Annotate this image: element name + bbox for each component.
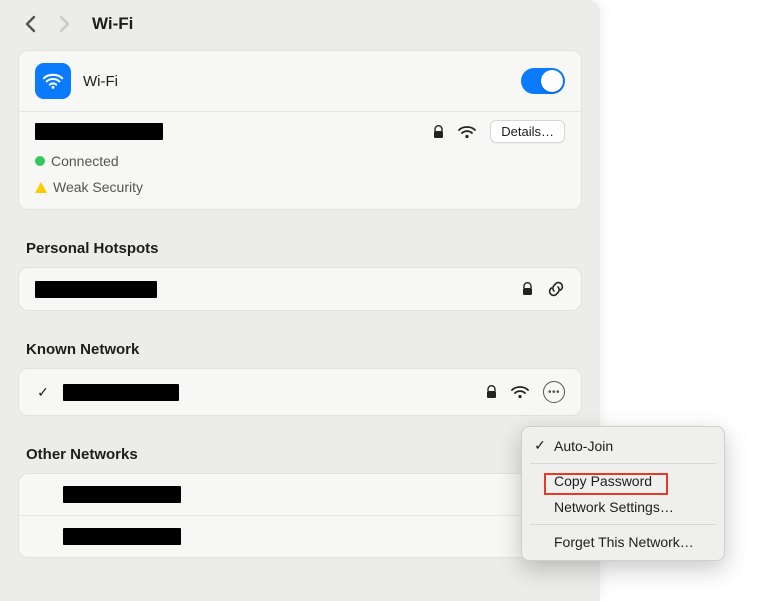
menu-forget-network[interactable]: Forget This Network…: [522, 529, 724, 555]
menu-copy-password-label: Copy Password: [554, 473, 652, 489]
menu-auto-join-label: Auto-Join: [554, 438, 613, 454]
chevron-left-icon: [25, 15, 36, 33]
wifi-signal-icon: [458, 125, 476, 139]
menu-network-settings[interactable]: Network Settings…: [522, 494, 724, 520]
wifi-app-icon: [35, 63, 71, 99]
header: Wi-Fi: [0, 0, 600, 50]
list-item[interactable]: [19, 268, 581, 310]
lock-icon: [433, 125, 444, 139]
menu-network-settings-label: Network Settings…: [554, 499, 674, 515]
wifi-toggle[interactable]: [521, 68, 565, 94]
other-network-name-redacted: [63, 528, 181, 545]
section-personal-hotspots: Personal Hotspots: [26, 240, 580, 257]
current-network-name-redacted: [35, 123, 163, 140]
warning-icon: [35, 182, 47, 193]
network-context-menu: ✓ Auto-Join Copy Password Network Settin…: [521, 426, 725, 561]
hotspot-name-redacted: [35, 281, 157, 298]
connected-dot-icon: [35, 156, 45, 166]
list-item[interactable]: [19, 474, 581, 515]
lock-icon: [522, 282, 533, 296]
status-connected: Connected: [35, 153, 565, 169]
menu-separator: [530, 524, 716, 525]
menu-forget-network-label: Forget This Network…: [554, 534, 694, 550]
checkmark-icon: ✓: [532, 437, 548, 454]
menu-copy-password[interactable]: Copy Password: [522, 468, 724, 494]
menu-auto-join[interactable]: ✓ Auto-Join: [522, 432, 724, 459]
known-network-name-redacted: [63, 384, 179, 401]
list-item[interactable]: ✓ •••: [19, 369, 581, 415]
other-networks-list: [18, 473, 582, 558]
status-weak-security-label: Weak Security: [53, 179, 143, 195]
status-connected-label: Connected: [51, 153, 119, 169]
wifi-signal-icon: [511, 385, 529, 399]
known-network-list: ✓ •••: [18, 368, 582, 416]
menu-separator: [530, 463, 716, 464]
details-button[interactable]: Details…: [490, 120, 565, 143]
forward-button[interactable]: [54, 14, 74, 34]
wifi-card: Wi-Fi Details… Connected: [18, 50, 582, 210]
wifi-icon: [42, 70, 64, 92]
section-other-networks: Other Networks: [26, 446, 580, 463]
more-options-button[interactable]: •••: [543, 381, 565, 403]
chevron-right-icon: [59, 15, 70, 33]
list-item[interactable]: [19, 515, 581, 557]
checkmark-icon: ✓: [35, 384, 51, 401]
wifi-label: Wi-Fi: [83, 73, 521, 90]
personal-hotspots-list: [18, 267, 582, 311]
hotspot-link-icon: [547, 280, 565, 298]
back-button[interactable]: [20, 14, 40, 34]
wifi-header-row: Wi-Fi: [19, 51, 581, 112]
wifi-settings-panel: Wi-Fi Wi-Fi: [0, 0, 600, 601]
section-known-network: Known Network: [26, 341, 580, 358]
current-network: Details… Connected Weak Security: [19, 112, 581, 209]
page-title: Wi-Fi: [92, 14, 133, 34]
other-network-name-redacted: [63, 486, 181, 503]
status-weak-security: Weak Security: [35, 179, 565, 195]
lock-icon: [486, 385, 497, 399]
